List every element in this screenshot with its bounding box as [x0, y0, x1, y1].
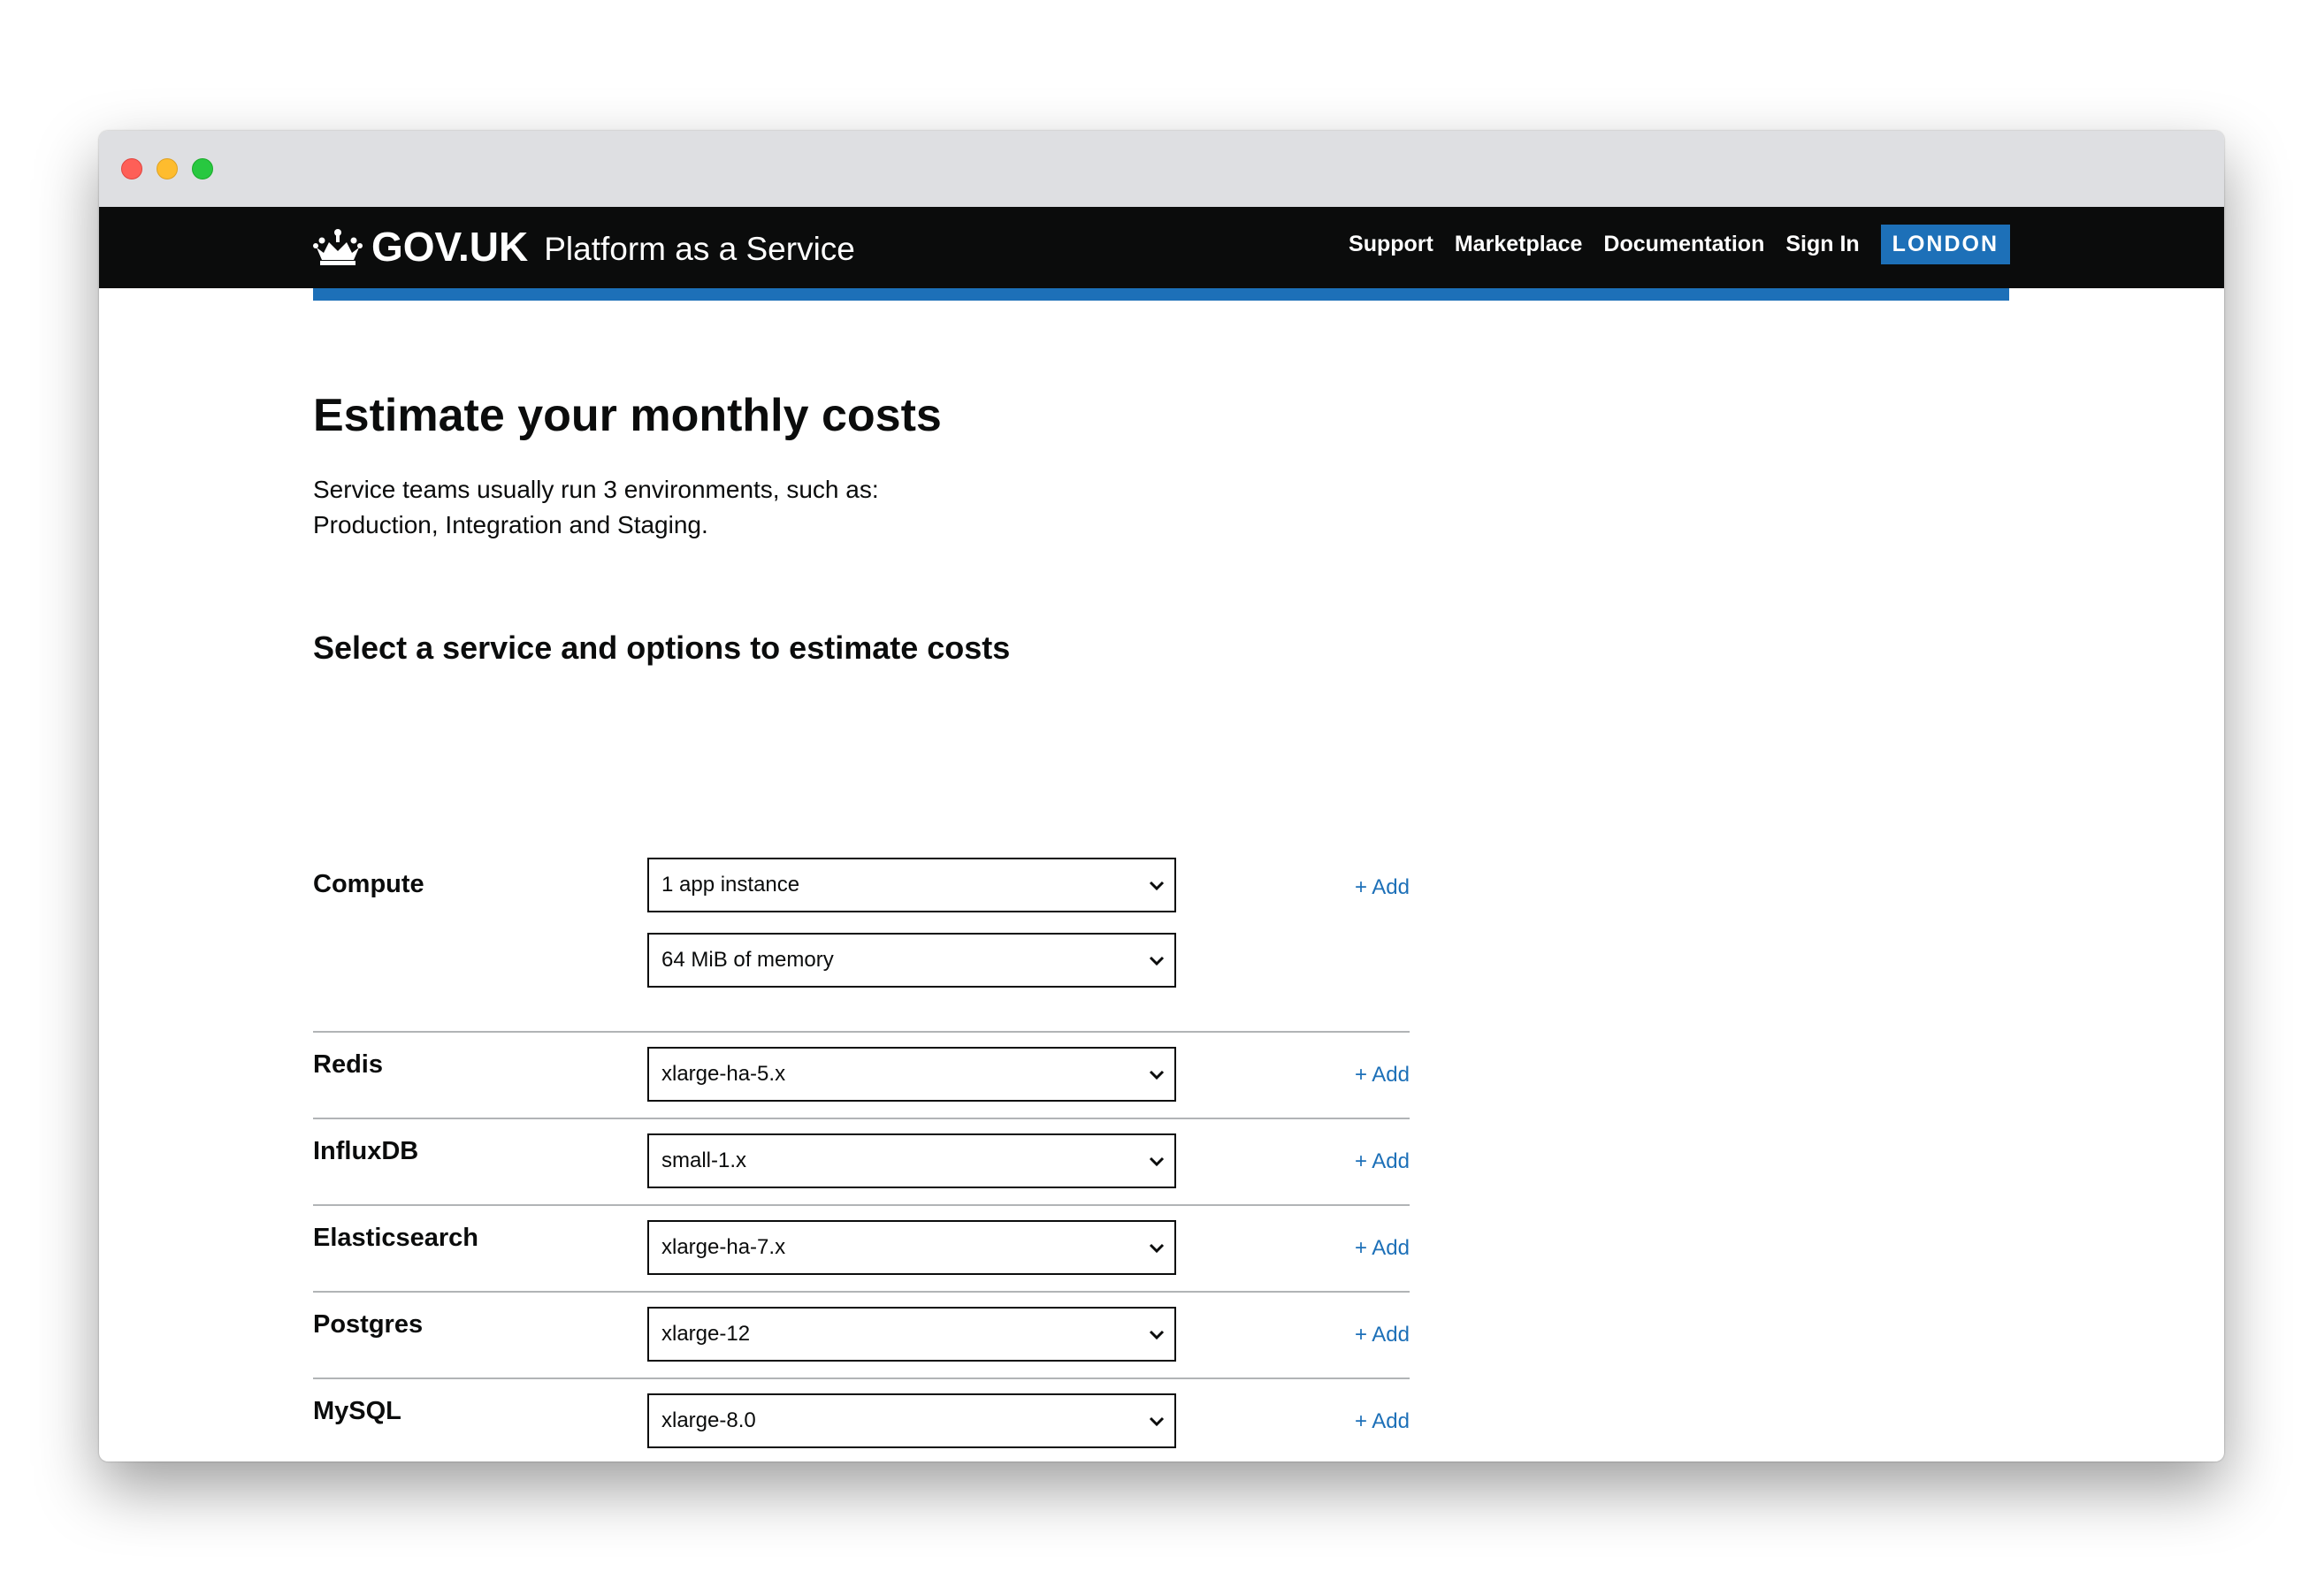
select-value: xlarge-8.0: [661, 1408, 756, 1432]
intro-line-1: Service teams usually run 3 environments…: [313, 476, 879, 503]
select-value: xlarge-12: [661, 1322, 751, 1346]
nav-sign-in-link[interactable]: Sign In: [1785, 232, 1859, 257]
postgres-plan-select[interactable]: xlarge-12: [647, 1307, 1176, 1362]
logo-text: GOV.UK: [371, 224, 529, 270]
service-name[interactable]: Platform as a Service: [544, 231, 855, 268]
chevron-down-icon: [1149, 956, 1165, 966]
service-name-label: Compute: [313, 870, 424, 898]
service-row-postgres: Postgres xlarge-12 + Add: [313, 1293, 1410, 1379]
region-badge: LONDON: [1880, 225, 2010, 264]
add-mysql-link[interactable]: + Add: [1355, 1409, 1410, 1434]
select-value: xlarge-ha-7.x: [661, 1235, 786, 1259]
service-name-label: InfluxDB: [313, 1137, 419, 1165]
mysql-plan-select[interactable]: xlarge-8.0: [647, 1393, 1176, 1448]
add-influxdb-link[interactable]: + Add: [1355, 1149, 1410, 1174]
chevron-down-icon: [1149, 1416, 1165, 1427]
service-row-compute: Compute 1 app instance + Add 64 MiB of m…: [313, 858, 1410, 1033]
intro-text: Service teams usually run 3 environments…: [313, 472, 1021, 543]
nav-marketplace-link[interactable]: Marketplace: [1455, 232, 1583, 257]
select-value: 1 app instance: [661, 873, 800, 897]
service-name-label: Elasticsearch: [313, 1224, 479, 1252]
elasticsearch-plan-select[interactable]: xlarge-ha-7.x: [647, 1220, 1176, 1275]
crown-icon: [313, 229, 363, 265]
close-window-button[interactable]: [121, 158, 142, 179]
nav-support-link[interactable]: Support: [1349, 232, 1433, 257]
service-name-label: Redis: [313, 1050, 383, 1079]
nav-documentation-link[interactable]: Documentation: [1603, 232, 1764, 257]
select-value: small-1.x: [661, 1149, 747, 1172]
chevron-down-icon: [1149, 1156, 1165, 1167]
chevron-down-icon: [1149, 881, 1165, 891]
service-row-mysql: MySQL xlarge-8.0 + Add: [313, 1379, 1410, 1461]
window-titlebar: [99, 131, 2224, 207]
add-redis-link[interactable]: + Add: [1355, 1063, 1410, 1088]
section-heading: Select a service and options to estimate…: [313, 630, 1011, 666]
service-row-redis: Redis xlarge-ha-5.x + Add: [313, 1033, 1410, 1119]
add-compute-link[interactable]: + Add: [1355, 875, 1410, 900]
chevron-down-icon: [1149, 1243, 1165, 1254]
compute-instances-select[interactable]: 1 app instance: [647, 858, 1176, 912]
service-name-label: MySQL: [313, 1397, 401, 1425]
service-row-elasticsearch: Elasticsearch xlarge-ha-7.x + Add: [313, 1206, 1410, 1293]
select-value: xlarge-ha-5.x: [661, 1062, 786, 1086]
browser-window: GOV.UK Platform as a Service Support Mar…: [99, 131, 2224, 1461]
influxdb-plan-select[interactable]: small-1.x: [647, 1133, 1176, 1188]
add-postgres-link[interactable]: + Add: [1355, 1323, 1410, 1347]
header-blue-bar: [313, 288, 2009, 301]
page-title: Estimate your monthly costs: [313, 390, 942, 441]
govuk-logo[interactable]: GOV.UK Platform as a Service: [313, 223, 855, 271]
compute-memory-select[interactable]: 64 MiB of memory: [647, 933, 1176, 988]
redis-plan-select[interactable]: xlarge-ha-5.x: [647, 1047, 1176, 1102]
intro-line-2: Production, Integration and Staging.: [313, 511, 708, 538]
minimize-window-button[interactable]: [157, 158, 178, 179]
add-elasticsearch-link[interactable]: + Add: [1355, 1236, 1410, 1261]
service-row-influxdb: InfluxDB small-1.x + Add: [313, 1119, 1410, 1206]
header-navigation: Support Marketplace Documentation Sign I…: [1327, 225, 2010, 264]
chevron-down-icon: [1149, 1070, 1165, 1080]
chevron-down-icon: [1149, 1330, 1165, 1340]
service-name-label: Postgres: [313, 1310, 424, 1339]
maximize-window-button[interactable]: [192, 158, 213, 179]
select-value: 64 MiB of memory: [661, 948, 834, 972]
